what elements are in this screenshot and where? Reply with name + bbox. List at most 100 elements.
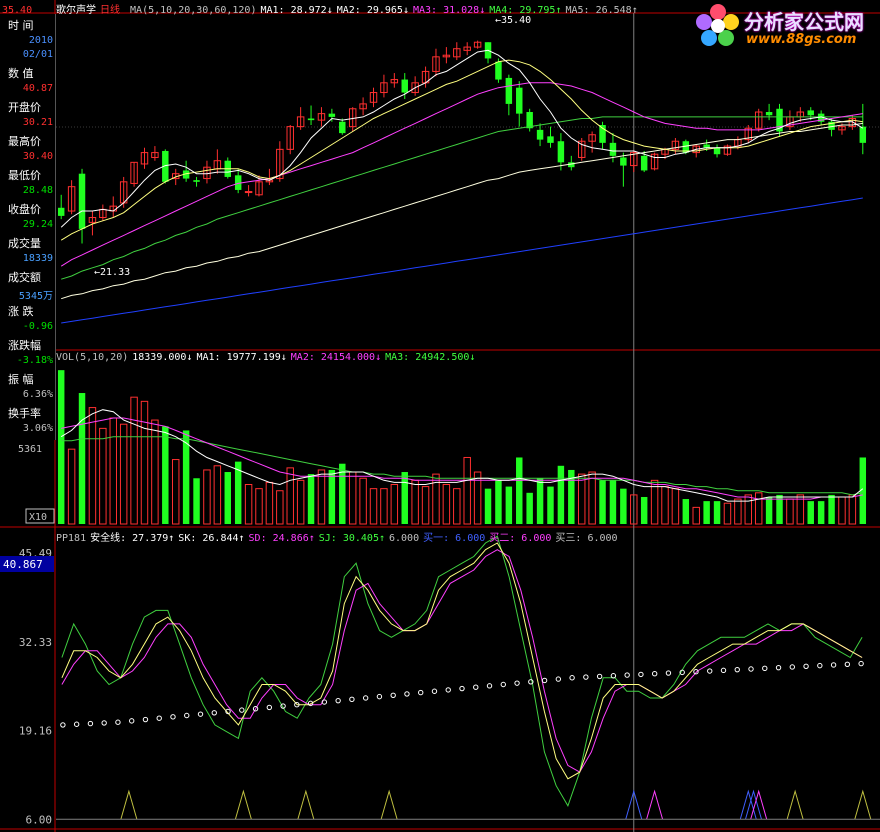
price-header-item: MA1: 28.972↓	[260, 5, 333, 16]
info-panel: 时 间 2010 02/01 数 值 40.87 开盘价 30.21 最高价 30.40 最低价 2…	[0, 14, 56, 440]
vol-header-item: 18339.000↓	[132, 352, 193, 363]
price-header-item: MA2: 29.965↓	[336, 5, 409, 16]
candle-body	[859, 126, 867, 143]
price-header: 歌尔声学 日线 MA(5,10,20,30,60,120) MA1: 28.972↓…	[56, 1, 646, 16]
info-value: 30.40	[22, 151, 53, 162]
vol-header-item: MA1: 19777.199↓	[196, 352, 287, 363]
volume-bar	[307, 474, 315, 524]
period-label[interactable]: 日线	[100, 5, 120, 16]
info-value: 29.24	[22, 219, 53, 230]
info-label: 振 幅	[8, 373, 34, 386]
info-value: 02/01	[22, 49, 53, 60]
vol-header-item: MA2: 24154.000↓	[290, 352, 382, 363]
high-price-label: ←35.40	[495, 15, 531, 26]
candle-body	[609, 142, 617, 156]
current-value-label: 40.867	[3, 558, 43, 571]
info-label: 成交额	[8, 271, 41, 284]
candle-body	[516, 87, 523, 114]
volume-bar	[620, 488, 627, 524]
price-header-item: MA(5,10,20,30,60,120)	[130, 5, 257, 16]
logo-url: www.88gs.com	[746, 32, 857, 47]
ind-header-item: SK: 26.844↑	[178, 533, 245, 544]
volume-bar	[557, 465, 565, 524]
info-label: 最低价	[8, 169, 41, 182]
candle-body	[713, 147, 721, 155]
volume-header: VOL(5,10,20) 18339.000↓ MA1: 19777.199↓ MA2…	[56, 352, 479, 363]
volume-bar	[193, 478, 200, 524]
logo-title: 分析家公式网	[744, 10, 864, 34]
info-value: 18339	[22, 253, 53, 264]
candle-body	[807, 110, 814, 116]
volume-bar	[828, 494, 835, 524]
candle-body	[547, 136, 554, 143]
info-value: 40.87	[22, 83, 53, 94]
candle-body	[536, 129, 544, 140]
candle-body	[78, 173, 86, 229]
candle-body	[307, 118, 315, 121]
volume-bar	[765, 496, 773, 524]
price-header-item: MA3: 31.028↓	[412, 5, 486, 16]
indicator-tick-label: 6.00	[26, 813, 53, 826]
candle-body	[339, 121, 346, 134]
flower-logo-icon	[696, 4, 739, 46]
indicator-tick-label: 32.33	[19, 636, 52, 649]
volume-bar	[328, 469, 336, 524]
volume-bar	[78, 393, 86, 524]
info-value: 2010	[28, 35, 53, 46]
info-label: 最高价	[8, 135, 41, 148]
volume-bar	[495, 480, 502, 524]
candle-body	[640, 155, 648, 171]
price-header-items: MA(5,10,20,30,60,120) MA1: 28.972↓ MA2: 29…	[130, 5, 642, 16]
info-label: 时 间	[8, 19, 34, 32]
ind-header-item: 买二: 6.000	[489, 533, 552, 544]
vol-header-item: MA3: 24942.500↓	[385, 352, 476, 363]
info-value: 3.06%	[22, 423, 53, 434]
price-header-item: MA4: 29.795↑	[489, 5, 562, 16]
candle-body	[620, 157, 627, 166]
info-label: 换手率	[8, 407, 41, 420]
volume-bar	[516, 457, 523, 524]
volume-bar	[57, 370, 65, 524]
volume-bar	[703, 501, 710, 524]
volume-bar	[224, 472, 231, 524]
candle-body	[244, 191, 253, 194]
info-value: 6.36%	[22, 389, 53, 400]
ind-header-item: 6.000	[389, 533, 420, 544]
info-value: 5345万	[18, 291, 53, 302]
candle-body	[505, 77, 513, 104]
volume-bar	[162, 426, 169, 524]
price-header-item: MA5: 26.548↑	[565, 5, 638, 16]
candle-body	[57, 207, 65, 216]
candle-body	[557, 141, 565, 163]
indicator-header: PP181 安全线: 27.379↑ SK: 26.844↑ SD: 24.866↑ S…	[56, 529, 622, 544]
info-label: 涨 跌	[8, 305, 34, 318]
ind-header-item: PP181	[56, 533, 87, 544]
volume-bar	[807, 501, 814, 524]
info-label: 涨跌幅	[8, 339, 41, 352]
info-label: 开盘价	[8, 101, 41, 114]
volume-bar	[599, 480, 606, 524]
volume-bar	[713, 501, 721, 524]
candle-body	[193, 180, 200, 182]
volume-bar	[640, 496, 648, 524]
volume-bar	[609, 480, 617, 524]
ind-header-item: 买三: 6.000	[555, 533, 618, 544]
vol-header-item: VOL(5,10,20)	[56, 352, 129, 363]
volume-bar	[536, 478, 544, 524]
info-label: 数 值	[8, 67, 34, 80]
candle-body	[328, 113, 336, 117]
info-label: 收盘价	[8, 203, 41, 216]
indicator-tick-label: 19.16	[19, 725, 52, 738]
volume-bar	[505, 486, 513, 524]
logo: 分析家公式网 www.88gs.com	[694, 2, 874, 50]
candle-body	[765, 112, 773, 116]
volume-unit-label: X10	[29, 512, 47, 523]
volume-bar	[484, 488, 492, 524]
volume-bar	[817, 501, 825, 524]
stock-name: 歌尔声学	[56, 5, 96, 16]
background	[0, 0, 880, 832]
low-price-label: ←21.33	[94, 267, 130, 278]
chart-canvas[interactable]: ←35.40←21.3335.405361X1045.4932.3319.166…	[0, 0, 880, 832]
info-value: -3.18%	[16, 355, 53, 366]
volume-bar	[401, 472, 408, 524]
